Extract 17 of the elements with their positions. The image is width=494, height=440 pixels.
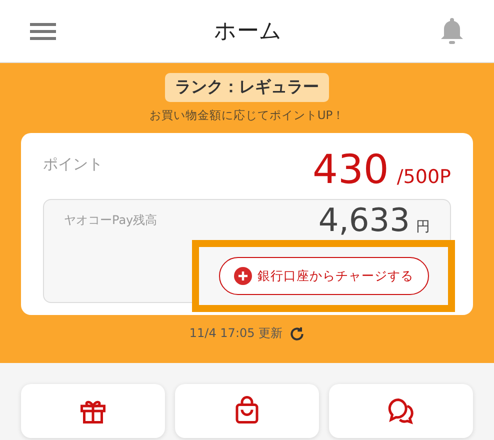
- charge-button[interactable]: 銀行口座からチャージする: [218, 257, 428, 295]
- shortcut-tile[interactable]: [175, 384, 319, 438]
- points-target: /500P: [396, 166, 451, 188]
- updated-time: 11/4 17:05 更新: [189, 325, 283, 342]
- rank-badge: ランク：レギュラー: [165, 73, 329, 102]
- refresh-icon[interactable]: [288, 326, 305, 342]
- plus-icon: [234, 267, 252, 285]
- balance-label: ヤオコーPay残高: [64, 212, 158, 229]
- rank-note: お買い物金額に応じてポイントUP！: [149, 108, 345, 123]
- balance-unit: 円: [416, 219, 430, 235]
- balance-value: 4,633: [318, 204, 410, 236]
- shortcut-tile[interactable]: [329, 384, 473, 438]
- shortcut-tile[interactable]: [21, 384, 165, 438]
- points-value: 430: [312, 147, 389, 193]
- points-label: ポイント: [43, 155, 103, 174]
- page-title: ホーム: [214, 18, 282, 46]
- menu-icon[interactable]: [30, 21, 56, 41]
